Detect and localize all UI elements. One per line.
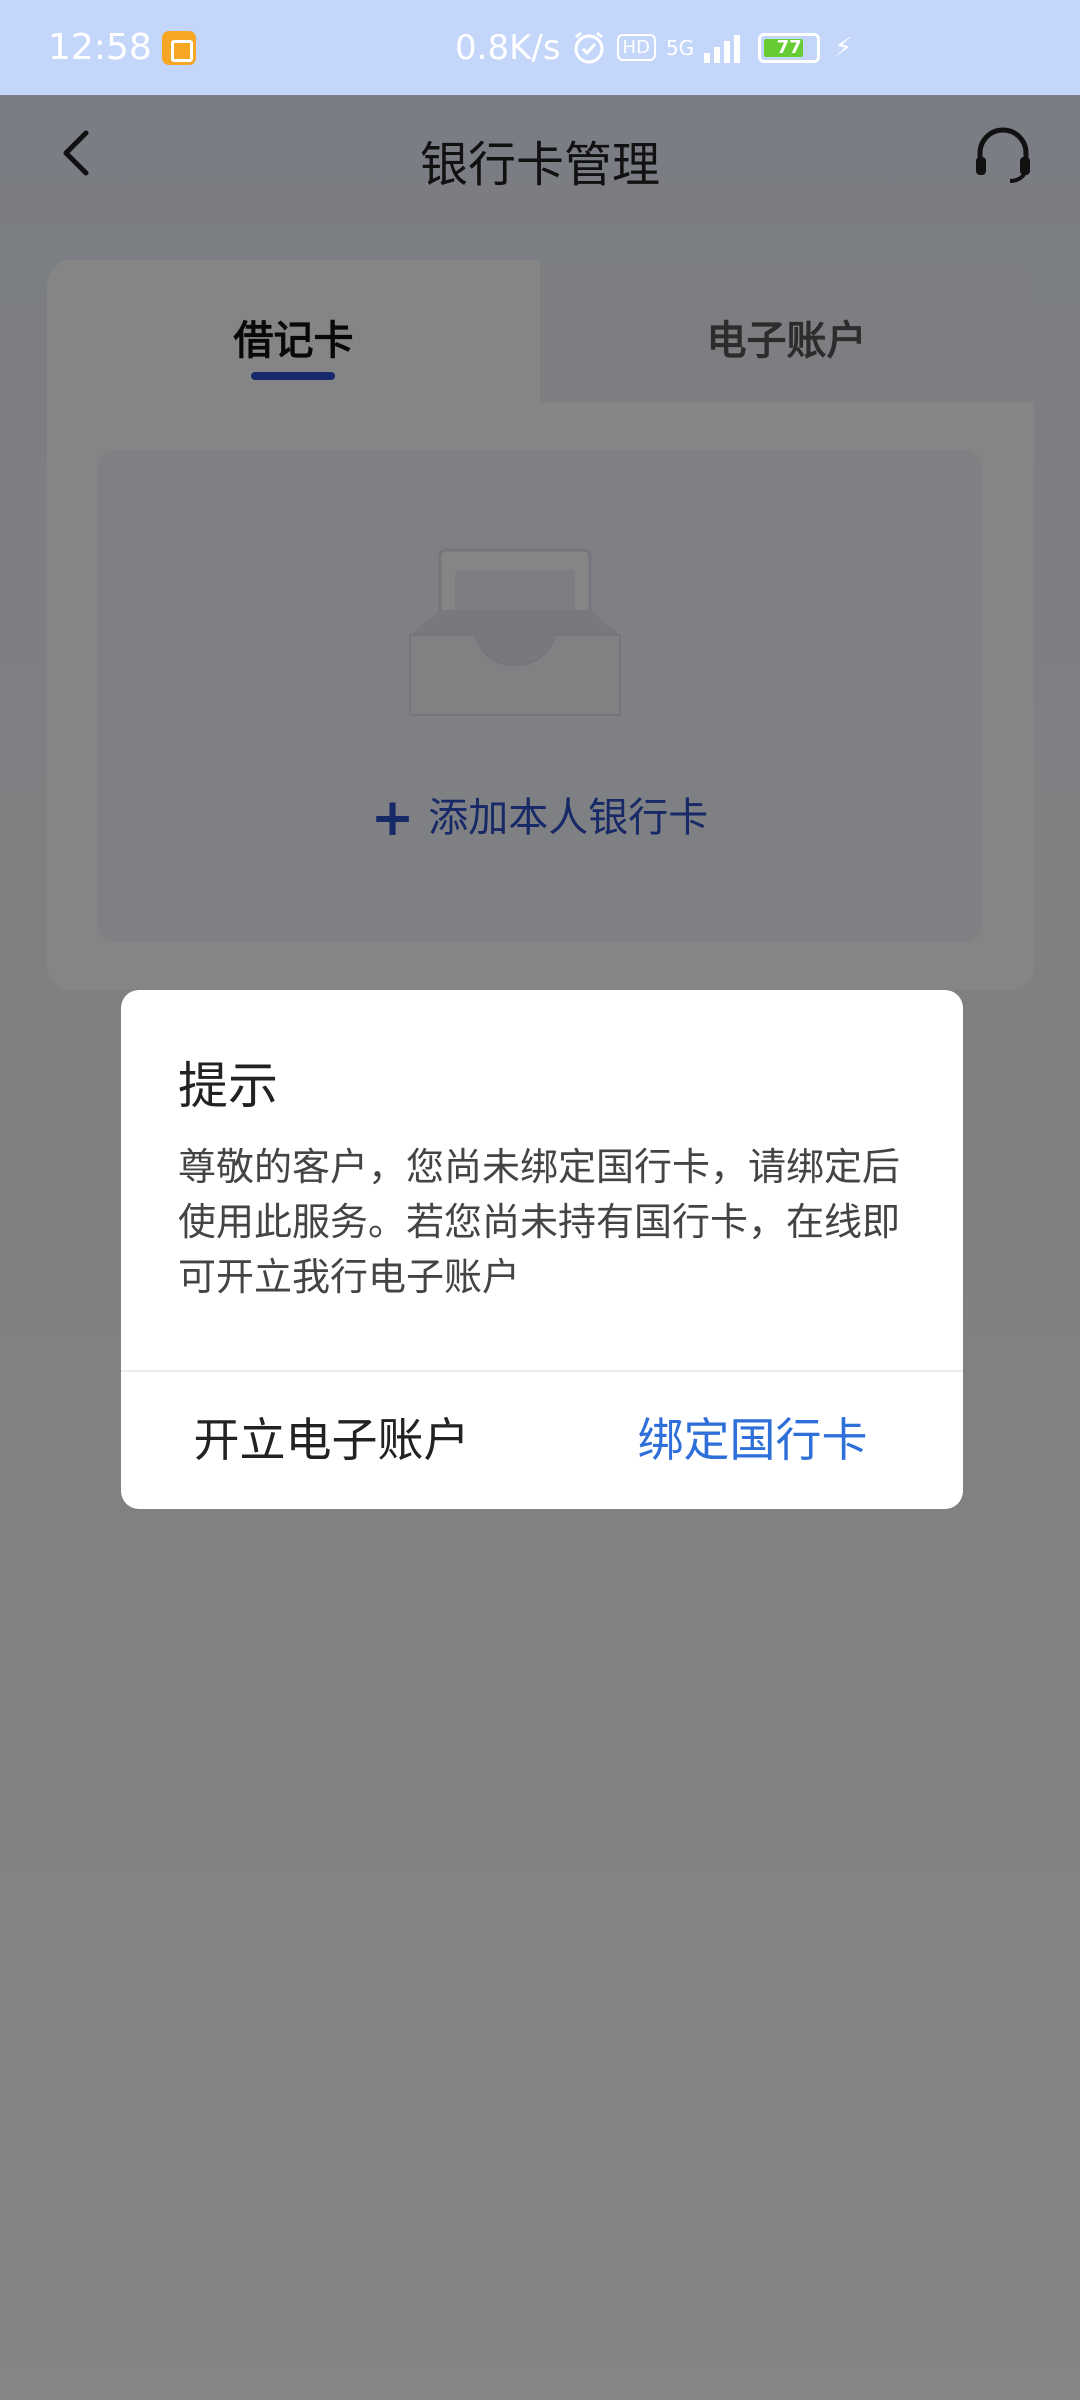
open-electronic-account-button[interactable]: 开立电子账户 xyxy=(121,1372,542,1509)
battery-level: 77 xyxy=(776,36,802,58)
battery-icon: 77 xyxy=(758,32,821,63)
signal-icon xyxy=(704,33,741,63)
hd-icon: HD xyxy=(616,34,656,61)
notification-icon xyxy=(161,30,196,65)
network-type: 5G xyxy=(665,35,695,60)
dialog-title: 提示 xyxy=(178,1057,278,1115)
bind-card-button[interactable]: 绑定国行卡 xyxy=(542,1372,963,1509)
status-time: 12:58 xyxy=(48,27,152,68)
status-bar: 12:58 0.8K/s HD 5G 77 ⚡ xyxy=(0,0,1080,95)
prompt-dialog: 提示 尊敬的客户，您尚未绑定国行卡，请绑定后使用此服务。若您尚未持有国行卡，在线… xyxy=(121,990,963,1509)
net-speed: 0.8K/s xyxy=(455,27,561,68)
dialog-message: 尊敬的客户，您尚未绑定国行卡，请绑定后使用此服务。若您尚未持有国行卡，在线即可开… xyxy=(178,1145,901,1299)
alarm-icon xyxy=(574,31,604,63)
status-indicators: 0.8K/s HD 5G 77 ⚡ xyxy=(455,0,852,95)
charging-icon: ⚡ xyxy=(834,32,853,63)
